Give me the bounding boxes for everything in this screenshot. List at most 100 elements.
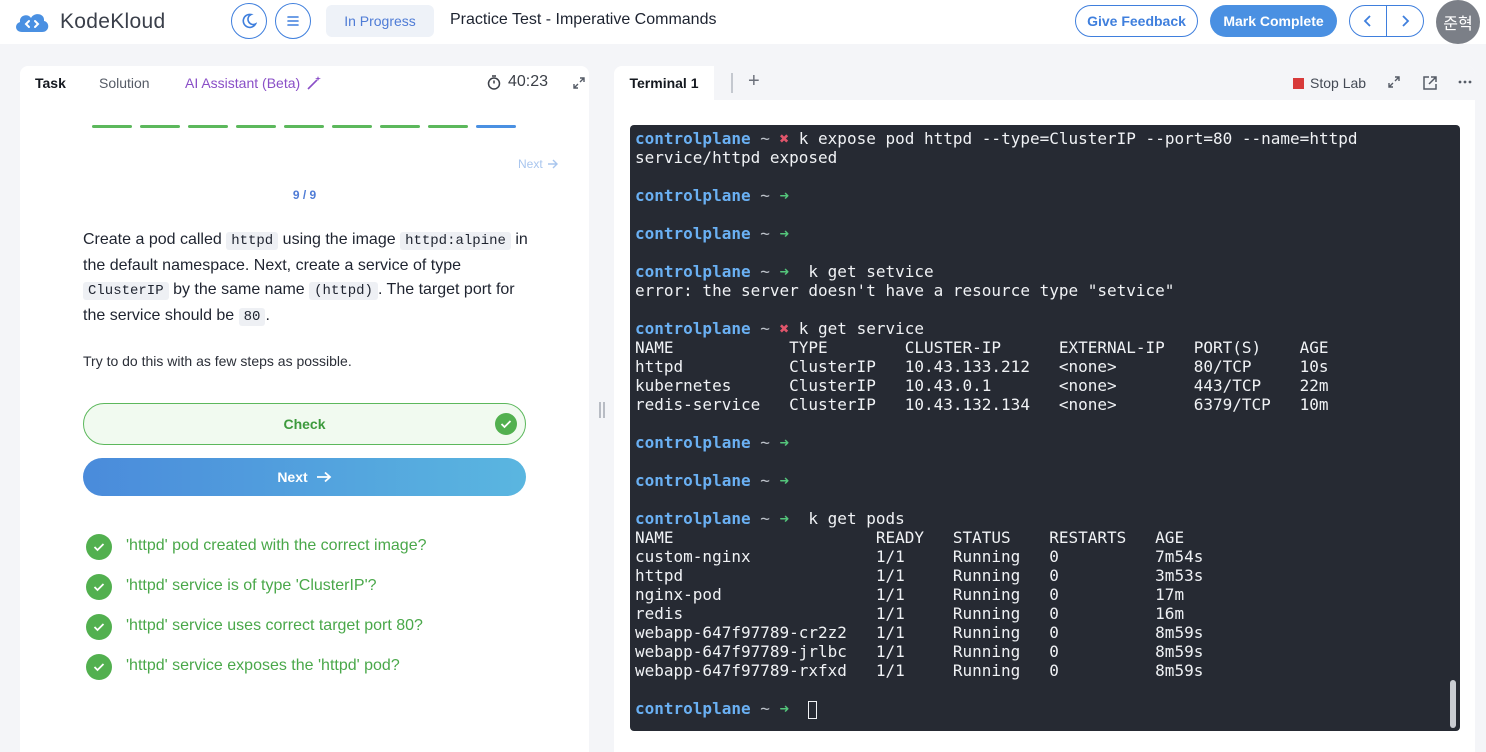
prompt-host: controlplane (635, 699, 751, 718)
terminal-output-line: redis-service ClusterIP 10.43.132.134 <n… (635, 395, 1329, 414)
panel-resize-handle[interactable] (598, 402, 606, 420)
terminal-prompt-line: controlplane ~ ✖ k get service (635, 319, 924, 338)
status-badge: In Progress (326, 5, 434, 37)
add-terminal-icon[interactable]: + (748, 70, 760, 93)
result-text: 'httpd' pod created with the correct ima… (126, 537, 427, 554)
mark-complete-button[interactable]: Mark Complete (1210, 5, 1337, 37)
next-button-label: Next (277, 469, 308, 485)
terminal-prompt-line: controlplane ~ ➜ (635, 699, 1460, 719)
progress-segment[interactable] (284, 125, 324, 128)
menu-button[interactable] (275, 3, 311, 39)
prompt-fail-icon: ✖ (779, 319, 790, 338)
prompt-arrow-icon: ➜ (779, 433, 790, 452)
expand-icon[interactable] (1387, 75, 1401, 89)
tab-solution[interactable]: Solution (99, 75, 150, 91)
tab-task[interactable]: Task (35, 75, 66, 91)
terminal-output[interactable]: controlplane ~ ✖ k expose pod httpd --ty… (630, 125, 1460, 731)
prompt-command: k get service (789, 319, 924, 338)
progress-segment[interactable] (188, 125, 228, 128)
result-item: 'httpd' service uses correct target port… (86, 614, 427, 654)
task-tabs: Task Solution AI Assistant (Beta) 40:23 (20, 66, 589, 100)
progress-segment[interactable] (428, 125, 468, 128)
progress-segment[interactable] (380, 125, 420, 128)
next-question-button[interactable] (1387, 6, 1423, 36)
prompt-arrow-icon: ➜ (779, 699, 790, 718)
result-text: 'httpd' service is of type 'ClusterIP'? (126, 577, 377, 594)
question-segment: using the image (278, 231, 401, 248)
prompt-arrow-icon: ➜ (779, 224, 790, 243)
progress-segment-current[interactable] (476, 125, 516, 128)
theme-toggle-button[interactable] (231, 3, 267, 39)
prompt-command: k get pods (789, 509, 905, 528)
checkmark-icon (86, 574, 112, 600)
check-results: 'httpd' pod created with the correct ima… (86, 534, 427, 694)
terminal-prompt-line: controlplane ~ ➜ (635, 186, 790, 205)
tab-terminal-1[interactable]: Terminal 1 (614, 66, 714, 100)
terminal-output-line: NAME READY STATUS RESTARTS AGE (635, 528, 1185, 547)
more-options-icon[interactable] (1458, 75, 1472, 89)
stop-lab-label: Stop Lab (1310, 75, 1367, 91)
prompt-host: controlplane (635, 186, 751, 205)
checkmark-icon (495, 413, 517, 435)
terminal-prompt-line: controlplane ~ ➜ k get pods (635, 509, 905, 528)
prompt-command (789, 699, 808, 718)
prompt-fail-icon: ✖ (779, 129, 790, 148)
progress-segment[interactable] (332, 125, 372, 128)
chevron-right-icon (1402, 15, 1410, 27)
prompt-host: controlplane (635, 262, 751, 281)
result-item: 'httpd' pod created with the correct ima… (86, 534, 427, 574)
arrow-right-icon (316, 471, 332, 483)
open-external-icon[interactable] (1422, 75, 1438, 91)
result-item: 'httpd' service is of type 'ClusterIP'? (86, 574, 427, 614)
arrow-right-icon (547, 159, 558, 169)
give-feedback-button[interactable]: Give Feedback (1075, 5, 1198, 37)
previous-button[interactable] (1350, 6, 1387, 36)
prompt-host: controlplane (635, 319, 751, 338)
question-text: Create a pod called httpd using the imag… (83, 228, 533, 329)
avatar[interactable]: 준혁 (1436, 0, 1480, 44)
next-button[interactable]: Next (83, 458, 526, 496)
brand-name: KodeKloud (60, 10, 166, 33)
expand-icon[interactable] (572, 76, 586, 90)
terminal-output-line: error: the server doesn't have a resourc… (635, 281, 1175, 300)
check-button[interactable]: Check (83, 403, 526, 445)
prompt-arrow-icon: ➜ (779, 509, 790, 528)
terminal-output-line: redis 1/1 Running 0 16m (635, 604, 1185, 623)
progress-segment[interactable] (140, 125, 180, 128)
next-link[interactable]: Next (518, 157, 559, 171)
moon-icon (242, 13, 257, 29)
tab-ai-assistant[interactable]: AI Assistant (Beta) (185, 75, 322, 91)
checkmark-icon (86, 614, 112, 640)
terminal-output-line: webapp-647f97789-jrlbc 1/1 Running 0 8m5… (635, 642, 1204, 661)
terminal-cursor (808, 700, 818, 719)
result-text: 'httpd' service uses correct target port… (126, 617, 423, 634)
kodekloud-logo-icon (16, 14, 49, 32)
question-counter: 9 / 9 (292, 188, 317, 202)
terminal-prompt-line: controlplane ~ ➜ (635, 471, 790, 490)
progress-segment[interactable] (236, 125, 276, 128)
inline-code: (httpd) (309, 282, 378, 300)
question-segment: Create a pod called (83, 231, 227, 248)
inline-code: ClusterIP (83, 282, 169, 300)
question-segment: by the same name (168, 281, 310, 298)
terminal-prompt-line: controlplane ~ ➜ (635, 224, 790, 243)
terminal-output-line: nginx-pod 1/1 Running 0 17m (635, 585, 1185, 604)
terminal-scrollbar[interactable] (1450, 680, 1456, 728)
progress-segment[interactable] (92, 125, 132, 128)
timer-value: 40:23 (508, 73, 549, 90)
prompt-arrow-icon: ➜ (779, 262, 790, 281)
terminal-output-line: httpd 1/1 Running 0 3m53s (635, 566, 1204, 585)
brand-logo[interactable]: KodeKloud (12, 8, 165, 36)
result-text: 'httpd' service exposes the 'httpd' pod? (126, 657, 400, 674)
terminal-prompt-line: controlplane ~ ✖ k expose pod httpd --ty… (635, 129, 1358, 148)
timer: 40:23 (486, 73, 548, 91)
inline-code: httpd:alpine (400, 232, 511, 250)
stop-lab-button[interactable]: Stop Lab (1293, 75, 1366, 91)
inline-code: 80 (238, 307, 266, 326)
checkmark-icon (86, 534, 112, 560)
prompt-command: k expose pod httpd --type=ClusterIP --po… (789, 129, 1358, 148)
